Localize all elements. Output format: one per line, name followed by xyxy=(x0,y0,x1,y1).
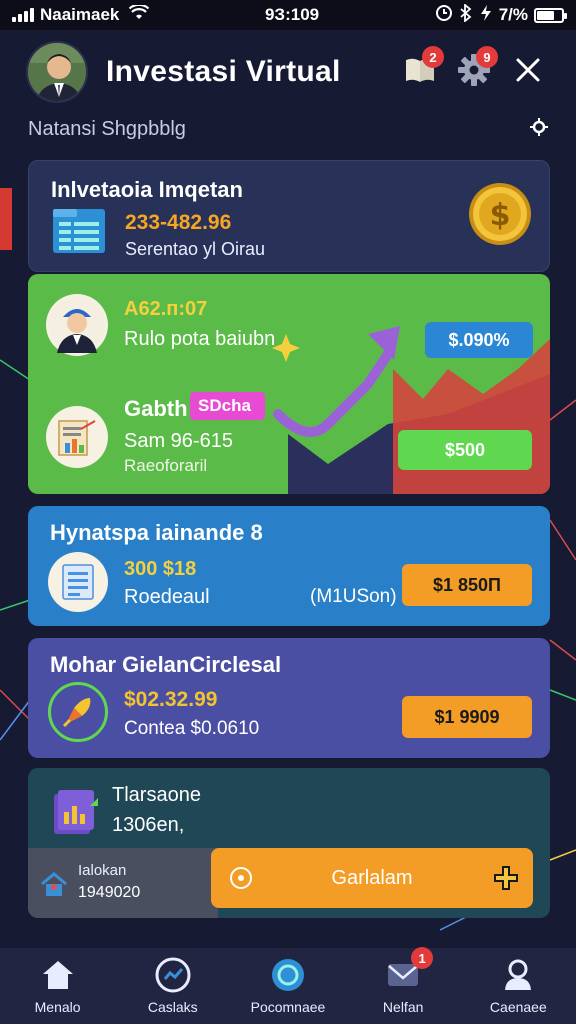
nav-item-home[interactable]: Menalo xyxy=(3,957,113,1015)
chart-book-icon xyxy=(50,786,102,843)
nav-label-portfolio: Pocomnaee xyxy=(250,999,326,1015)
avatar[interactable] xyxy=(26,41,88,103)
portfolio-caption: Serentao yl Oirau xyxy=(125,239,266,259)
market-value: $02.32.99 xyxy=(124,688,218,711)
close-button[interactable] xyxy=(506,50,550,94)
nav-item-messages[interactable]: 1 Nelfan xyxy=(348,947,458,1015)
bluetooth-icon xyxy=(459,2,473,27)
side-value: 1949020 xyxy=(78,884,141,901)
plus-icon xyxy=(493,865,519,896)
holdings-value: 300 $18 xyxy=(124,558,197,580)
settings-badge: 9 xyxy=(476,46,498,68)
performance-card[interactable]: A62.п:07 Rulo pota baiubn $.090% Gabth S… xyxy=(28,274,550,494)
market-title: Mohar GielanCirclesal xyxy=(50,652,282,677)
wifi-icon xyxy=(129,3,150,26)
battery-icon xyxy=(533,7,567,23)
user-icon xyxy=(500,957,536,993)
subheader: Natansi Shgpbblg xyxy=(28,114,548,144)
growth-value: Sam 96-615 xyxy=(124,430,233,452)
holdings-buy-button[interactable]: $1 850П xyxy=(402,564,532,606)
growth-tag[interactable]: SDcha xyxy=(190,392,265,420)
portfolio-value: 233-482.96 xyxy=(125,211,232,234)
transaction-side-panel: Ialokan 1949020 xyxy=(28,848,218,918)
home-icon xyxy=(40,957,76,993)
holdings-caption: Roedeaul xyxy=(124,586,210,608)
percent-pill[interactable]: $.090% xyxy=(425,322,533,358)
nav-label-charts: Caslaks xyxy=(147,999,198,1015)
bottom-navigation: Menalo Caslaks Pocomnaee 1 Nelfan Caenae… xyxy=(0,947,576,1024)
transaction-title: Tlarsaone xyxy=(112,784,201,806)
investor-avatar xyxy=(46,294,108,356)
holdings-title: Hynatspa iainande 8 xyxy=(50,520,263,545)
subheader-text: Natansi Shgpbblg xyxy=(28,117,186,140)
primary-action-button[interactable]: Garlalam xyxy=(211,848,533,908)
signal-icon xyxy=(12,8,34,22)
status-bar: Naaimaek 9З:109 7/% xyxy=(0,0,576,30)
return-value: A62.п:07 xyxy=(124,298,208,320)
target-icon[interactable] xyxy=(530,117,548,141)
notifications-button[interactable]: 2 xyxy=(398,46,444,94)
nav-item-portfolio[interactable]: Pocomnaee xyxy=(233,957,343,1015)
document-icon xyxy=(48,552,108,612)
settings-button[interactable]: 9 xyxy=(452,46,498,94)
side-label: Ialokan xyxy=(78,862,127,879)
return-caption: Rulo pota baiubn xyxy=(124,328,276,350)
market-card[interactable]: Mohar GielanCirclesal $02.32.99 Contea $… xyxy=(28,638,550,758)
nav-label-messages: Nelfan xyxy=(382,999,424,1015)
app-header: Investasi Virtual 2 9 xyxy=(0,30,576,114)
market-caption: Contea $0.0610 xyxy=(124,718,260,739)
chart-icon xyxy=(155,957,191,993)
market-buy-button[interactable]: $1 9909 xyxy=(402,696,532,738)
alarm-icon xyxy=(435,4,453,27)
primary-action-label: Garlalam xyxy=(331,866,413,889)
carrier-name: Naaimaek xyxy=(40,5,120,24)
spreadsheet-icon xyxy=(51,207,107,260)
price-button[interactable]: $500 xyxy=(398,430,532,470)
svg-text:$: $ xyxy=(490,198,511,233)
nav-label-home: Menalo xyxy=(34,999,81,1015)
transaction-card[interactable]: Tlarsaone 1306en, Ialokan 1949020 Garlal… xyxy=(28,768,550,918)
messages-badge: 1 xyxy=(411,947,434,969)
nav-item-charts[interactable]: Caslaks xyxy=(118,957,228,1015)
growth-label: Gabth xyxy=(124,396,188,421)
close-icon xyxy=(515,57,541,88)
investment-summary-card[interactable]: Inlvetaoia Imqetan 233-482.96 Serentao y… xyxy=(28,160,550,272)
portfolio-icon xyxy=(270,957,306,993)
nav-item-profile[interactable]: Caenaee xyxy=(463,957,573,1015)
page-title: Investasi Virtual xyxy=(106,55,341,88)
nav-label-profile: Caenaee xyxy=(489,999,547,1015)
chart-report-icon xyxy=(46,406,108,468)
home-person-icon xyxy=(40,870,68,903)
holdings-aside: (M1USon) xyxy=(310,586,397,607)
growth-caption: Raeoforaril xyxy=(124,456,208,475)
data-icon xyxy=(479,4,493,27)
coin-icon: $ xyxy=(467,181,533,252)
side-tab[interactable] xyxy=(0,188,12,250)
notification-badge: 2 xyxy=(422,46,444,68)
holdings-card[interactable]: Hynatspa iainande 8 300 $18 Roedeaul (M1… xyxy=(28,506,550,626)
transaction-subtitle: 1306en, xyxy=(112,814,185,836)
rocket-icon xyxy=(48,682,108,742)
clock: 9З:109 xyxy=(264,5,320,24)
battery-percent: 7/% xyxy=(498,5,528,24)
mail-icon: 1 xyxy=(385,947,434,993)
card-title: Inlvetaoia Imqetan xyxy=(51,177,243,202)
